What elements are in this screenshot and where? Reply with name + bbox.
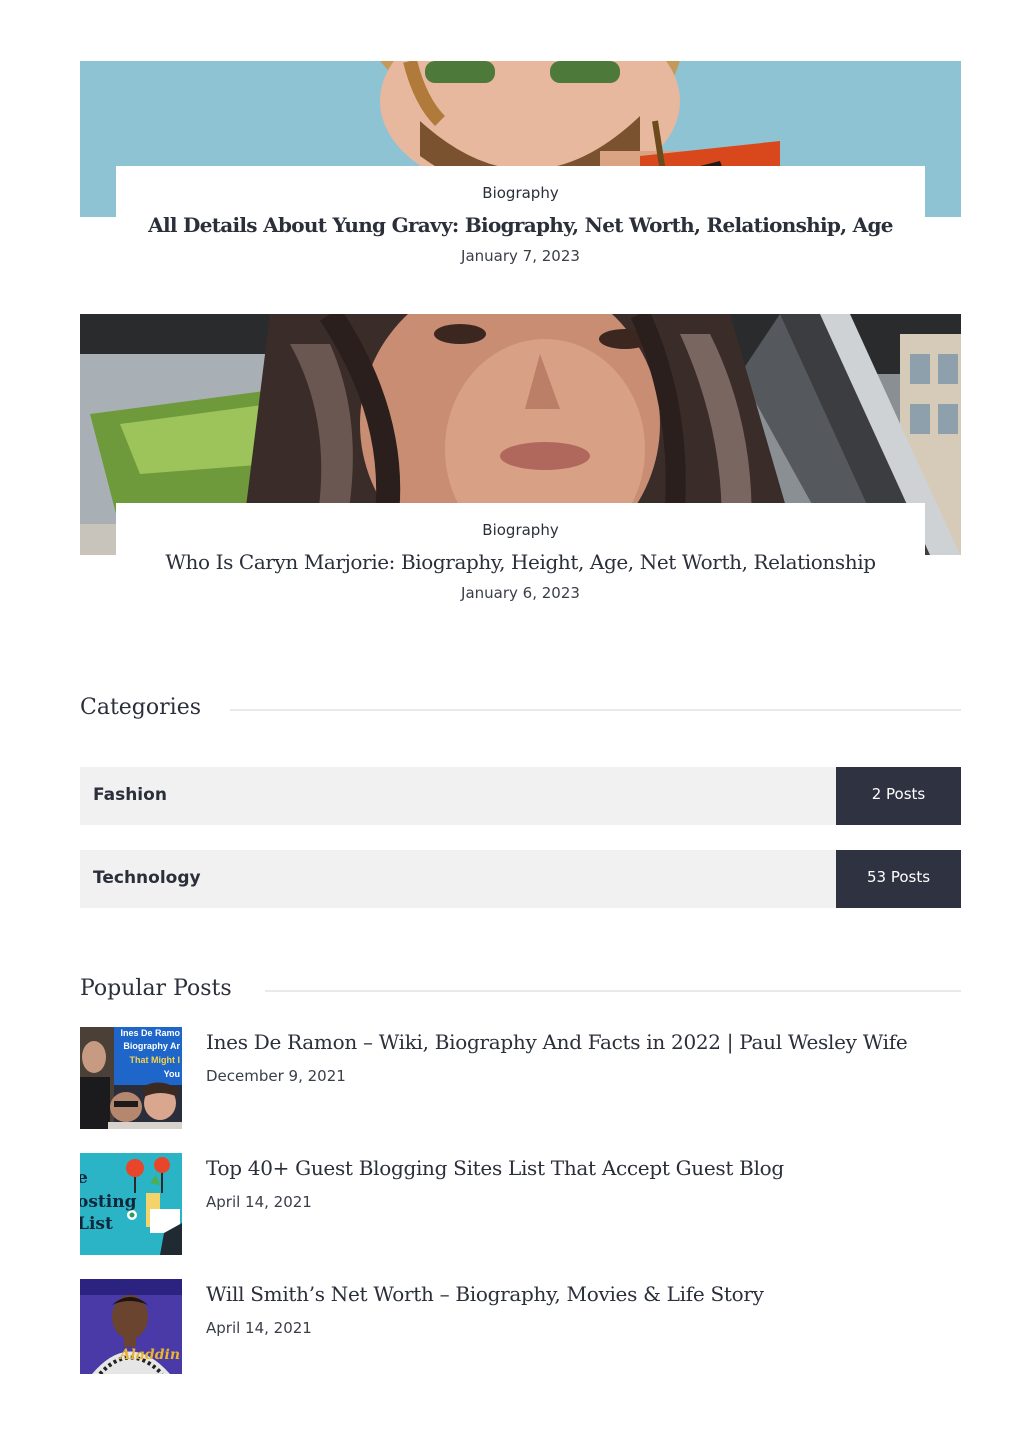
post-date: January 7, 2023: [461, 247, 580, 265]
featured-post[interactable]: Biography Who Is Caryn Marjorie: Biograp…: [80, 314, 961, 614]
section-divider: [230, 709, 961, 711]
featured-post[interactable]: Biography All Details About Yung Gravy: …: [80, 61, 961, 291]
featured-post-card: Biography Who Is Caryn Marjorie: Biograp…: [116, 503, 925, 614]
post-thumbnail[interactable]: Ines De Ramo Biography Ar That Might I Y…: [80, 1027, 182, 1129]
post-thumbnail[interactable]: Aladdin: [80, 1279, 182, 1374]
post-title-link[interactable]: All Details About Yung Gravy: Biography,…: [116, 213, 925, 237]
section-divider: [265, 990, 961, 992]
post-title-link[interactable]: Will Smith’s Net Worth – Biography, Movi…: [206, 1282, 764, 1306]
popular-post-item[interactable]: Ines De Ramo Biography Ar That Might I Y…: [80, 1027, 961, 1129]
category-post-count[interactable]: 53 Posts: [836, 850, 961, 908]
categories-heading: Categories: [80, 695, 961, 725]
post-title-link[interactable]: Who Is Caryn Marjorie: Biography, Height…: [116, 550, 925, 574]
post-title-link[interactable]: Top 40+ Guest Blogging Sites List That A…: [206, 1156, 784, 1180]
post-date: January 6, 2023: [461, 584, 580, 602]
category-item-fashion[interactable]: Fashion 2 Posts: [80, 767, 961, 825]
thumbnail-caption: Aladdin: [118, 1347, 180, 1363]
thumbnail-caption: e: [80, 1168, 88, 1188]
category-name[interactable]: Fashion: [93, 785, 167, 805]
popular-post-item[interactable]: e osting List Top 40+ Guest Blogging Sit…: [80, 1153, 961, 1255]
thumbnail-caption: Ines De Ramo: [120, 1028, 180, 1038]
thumbnail-caption: List: [80, 1214, 113, 1234]
section-title: Popular Posts: [80, 976, 232, 1001]
thumbnail-caption: That Might I: [130, 1055, 181, 1065]
category-item-technology[interactable]: Technology 53 Posts: [80, 850, 961, 908]
post-title-link[interactable]: Ines De Ramon – Wiki, Biography And Fact…: [206, 1030, 908, 1054]
thumbnail-caption: osting: [80, 1192, 137, 1212]
post-date: April 14, 2021: [206, 1319, 312, 1337]
post-thumbnail[interactable]: e osting List: [80, 1153, 182, 1255]
thumbnail-caption: You: [164, 1069, 180, 1079]
post-category-link[interactable]: Biography: [116, 184, 925, 202]
popular-posts-heading: Popular Posts: [80, 976, 961, 1006]
category-name[interactable]: Technology: [93, 868, 201, 888]
thumbnail-caption: Biography Ar: [123, 1041, 180, 1051]
post-date: April 14, 2021: [206, 1193, 312, 1211]
post-category-link[interactable]: Biography: [116, 521, 925, 539]
popular-post-item[interactable]: Aladdin Will Smith’s Net Worth – Biograp…: [80, 1279, 961, 1374]
featured-post-card: Biography All Details About Yung Gravy: …: [116, 166, 925, 291]
category-post-count[interactable]: 2 Posts: [836, 767, 961, 825]
post-date: December 9, 2021: [206, 1067, 346, 1085]
section-title: Categories: [80, 695, 201, 720]
